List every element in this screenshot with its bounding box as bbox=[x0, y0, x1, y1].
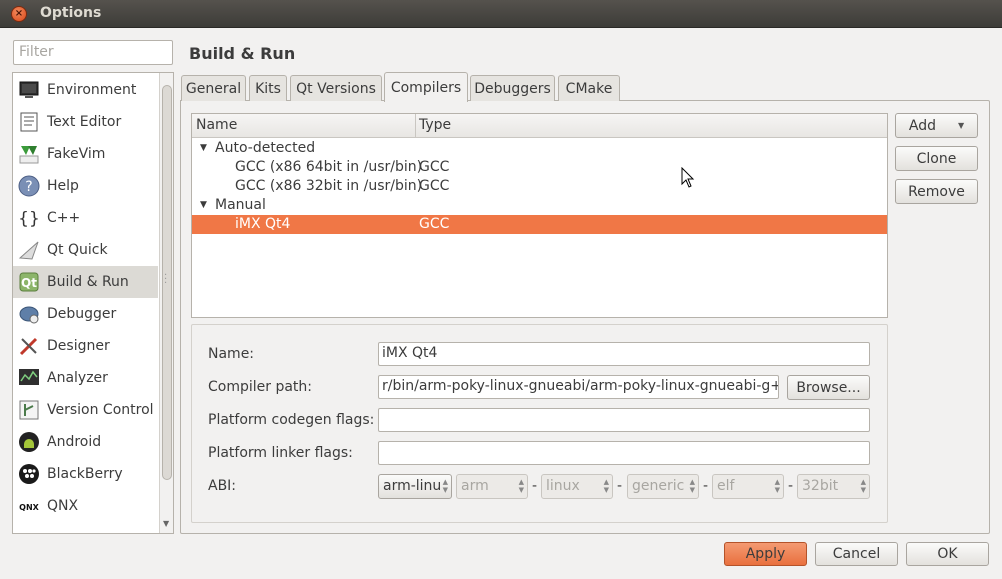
fakevim-icon bbox=[18, 143, 40, 165]
remove-button[interactable]: Remove bbox=[895, 179, 978, 204]
sidebar-item-version-control[interactable]: Version Control bbox=[13, 394, 158, 426]
add-button[interactable]: Add ▼ bbox=[895, 113, 978, 138]
tab-general[interactable]: General bbox=[181, 75, 246, 101]
column-divider[interactable] bbox=[415, 114, 416, 138]
splitter-handle[interactable]: · · · bbox=[164, 271, 167, 289]
abi-format-select: elf ▲ ▼ bbox=[712, 474, 784, 499]
sidebar-item-help[interactable]: ? Help bbox=[13, 170, 158, 202]
expand-arrow-icon[interactable]: ▼ bbox=[200, 200, 207, 210]
monitor-icon bbox=[18, 79, 40, 101]
spinner-arrows-icon: ▲ ▼ bbox=[518, 478, 524, 494]
dropdown-arrow-icon: ▼ bbox=[957, 121, 965, 130]
window-title: Options bbox=[40, 5, 102, 21]
apply-button[interactable]: Apply bbox=[724, 542, 807, 566]
tab-compilers[interactable]: Compilers bbox=[384, 72, 468, 102]
abi-architecture-select: arm ▲ ▼ bbox=[456, 474, 528, 499]
sidebar-item-analyzer[interactable]: Analyzer bbox=[13, 362, 158, 394]
abi-select[interactable]: arm-linu ▲ ▼ bbox=[378, 474, 452, 499]
linker-flags-label: Platform linker flags: bbox=[208, 445, 353, 461]
spinner-arrows-icon: ▲ ▼ bbox=[774, 478, 780, 494]
sidebar-item-build-run[interactable]: Qt Build & Run bbox=[13, 266, 158, 298]
abi-separator: - bbox=[617, 478, 623, 494]
sidebar-scrollbar[interactable]: ▼ bbox=[159, 73, 173, 533]
sidebar-item-qnx[interactable]: QNX QNX bbox=[13, 490, 158, 522]
svg-text:?: ? bbox=[25, 179, 32, 195]
cancel-button[interactable]: Cancel bbox=[815, 542, 898, 566]
page-title: Build & Run bbox=[189, 44, 296, 63]
debugger-icon bbox=[18, 303, 40, 325]
clone-button[interactable]: Clone bbox=[895, 146, 978, 171]
linker-flags-field[interactable] bbox=[378, 441, 870, 465]
spinner-arrows-icon: ▲ ▼ bbox=[442, 478, 448, 494]
blackberry-icon bbox=[18, 463, 40, 485]
analyzer-icon bbox=[18, 367, 40, 389]
version-control-icon bbox=[18, 399, 40, 421]
sidebar-item-android[interactable]: Android bbox=[13, 426, 158, 458]
abi-separator: - bbox=[703, 478, 709, 494]
abi-width-select: 32bit ▲ ▼ bbox=[797, 474, 870, 499]
tree-group-manual[interactable]: ▼ Manual bbox=[192, 196, 887, 215]
tree-row[interactable]: GCC (x86 32bit in /usr/bin) GCC bbox=[192, 177, 887, 196]
name-label: Name: bbox=[208, 346, 255, 362]
svg-text:{}: {} bbox=[18, 209, 40, 229]
build-run-icon: Qt bbox=[18, 271, 40, 293]
tree-row-selected[interactable]: iMX Qt4 GCC bbox=[192, 215, 887, 234]
compilers-tree: Name Type ▼ Auto-detected GCC (x86 64bit… bbox=[191, 113, 888, 318]
name-field[interactable]: iMX Qt4 bbox=[378, 342, 870, 366]
expand-arrow-icon[interactable]: ▼ bbox=[200, 143, 207, 153]
tab-cmake[interactable]: CMake bbox=[558, 75, 620, 101]
filter-input[interactable]: Filter bbox=[13, 40, 173, 65]
svg-text:QNX: QNX bbox=[19, 503, 39, 512]
title-bar: × Options bbox=[0, 0, 1002, 28]
abi-os-select: linux ▲ ▼ bbox=[541, 474, 613, 499]
sidebar-item-designer[interactable]: Designer bbox=[13, 330, 158, 362]
tab-debuggers[interactable]: Debuggers bbox=[470, 75, 555, 101]
compiler-path-field[interactable]: r/bin/arm-poky-linux-gnueabi/arm-poky-li… bbox=[378, 375, 779, 399]
tree-group-auto-detected[interactable]: ▼ Auto-detected bbox=[192, 139, 887, 158]
abi-label: ABI: bbox=[208, 478, 237, 494]
sidebar-item-fakevim[interactable]: FakeVim bbox=[13, 138, 158, 170]
close-window-button[interactable]: × bbox=[11, 6, 27, 22]
designer-icon bbox=[18, 335, 40, 357]
device-icon bbox=[18, 527, 40, 533]
svg-text:Qt: Qt bbox=[21, 276, 37, 290]
abi-flavor-select: generic ▲ ▼ bbox=[627, 474, 699, 499]
codegen-flags-label: Platform codegen flags: bbox=[208, 412, 375, 428]
tab-qt-versions[interactable]: Qt Versions bbox=[290, 75, 382, 101]
abi-separator: - bbox=[788, 478, 794, 494]
column-header-type[interactable]: Type bbox=[419, 117, 451, 133]
sidebar-item-text-editor[interactable]: Text Editor bbox=[13, 106, 158, 138]
qnx-icon: QNX bbox=[18, 495, 40, 517]
category-sidebar: Environment Text Editor FakeVim ? Help {… bbox=[12, 72, 174, 534]
sidebar-item-blackberry[interactable]: BlackBerry bbox=[13, 458, 158, 490]
scroll-down-arrow-icon[interactable]: ▼ bbox=[163, 519, 169, 528]
compiler-path-label: Compiler path: bbox=[208, 379, 313, 395]
cpp-braces-icon: {} bbox=[18, 207, 40, 229]
ok-button[interactable]: OK bbox=[906, 542, 989, 566]
sidebar-item-partial bbox=[13, 522, 158, 533]
spinner-arrows-icon: ▲ ▼ bbox=[603, 478, 609, 494]
mouse-cursor-icon bbox=[681, 167, 695, 188]
tree-header: Name Type bbox=[192, 114, 887, 138]
browse-button[interactable]: Browse... bbox=[787, 375, 870, 400]
spinner-arrows-icon: ▲ ▼ bbox=[860, 478, 866, 494]
qt-quick-icon bbox=[18, 239, 40, 261]
tab-kits[interactable]: Kits bbox=[249, 75, 287, 101]
android-icon bbox=[18, 431, 40, 453]
column-header-name[interactable]: Name bbox=[196, 117, 237, 133]
help-icon: ? bbox=[18, 175, 40, 197]
tree-row[interactable]: GCC (x86 64bit in /usr/bin) GCC bbox=[192, 158, 887, 177]
text-editor-icon bbox=[18, 111, 40, 133]
sidebar-item-debugger[interactable]: Debugger bbox=[13, 298, 158, 330]
codegen-flags-field[interactable] bbox=[378, 408, 870, 432]
spinner-arrows-icon: ▲ ▼ bbox=[689, 478, 695, 494]
sidebar-item-cpp[interactable]: {} C++ bbox=[13, 202, 158, 234]
sidebar-item-qt-quick[interactable]: Qt Quick bbox=[13, 234, 158, 266]
abi-separator: - bbox=[532, 478, 538, 494]
sidebar-item-environment[interactable]: Environment bbox=[13, 74, 158, 106]
